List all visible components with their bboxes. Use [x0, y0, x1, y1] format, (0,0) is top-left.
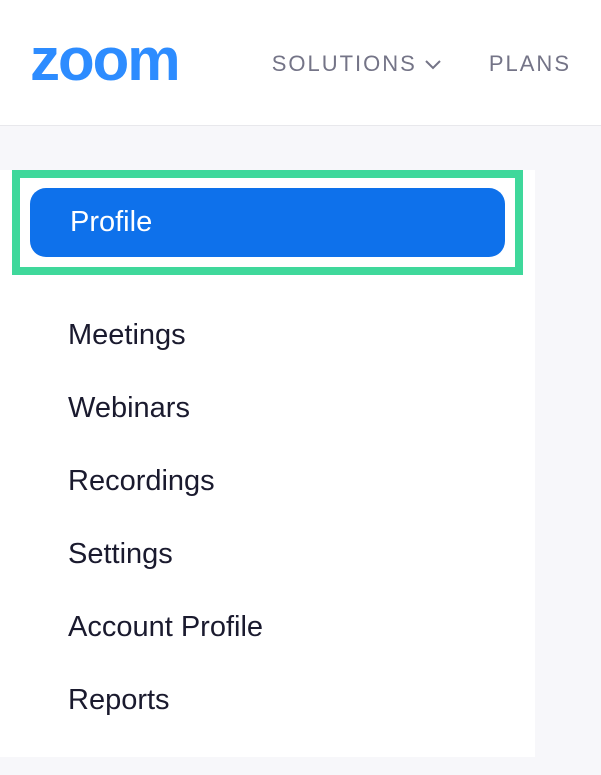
- sidebar-item-webinars[interactable]: Webinars: [0, 372, 535, 445]
- nav-plans-label: PLANS: [489, 51, 571, 77]
- sidebar-item-label: Settings: [68, 538, 173, 570]
- sidebar-item-label: Meetings: [68, 319, 186, 351]
- chevron-down-icon: [425, 50, 441, 76]
- sidebar-item-label: Recordings: [68, 465, 215, 497]
- sidebar-item-profile[interactable]: Profile: [30, 188, 505, 257]
- highlight-box: Profile: [12, 170, 523, 275]
- header: zoom SOLUTIONS PLANS: [0, 0, 601, 125]
- sidebar-item-recordings[interactable]: Recordings: [0, 445, 535, 518]
- sidebar: Profile Meetings Webinars Recordings Set…: [0, 170, 535, 757]
- sidebar-item-reports[interactable]: Reports: [0, 664, 535, 737]
- sidebar-item-label: Account Profile: [68, 611, 263, 643]
- content-area: Profile Meetings Webinars Recordings Set…: [0, 125, 601, 775]
- nav-plans[interactable]: PLANS: [489, 51, 571, 77]
- sidebar-item-settings[interactable]: Settings: [0, 518, 535, 591]
- nav-solutions-label: SOLUTIONS: [272, 51, 417, 77]
- sidebar-item-meetings[interactable]: Meetings: [0, 299, 535, 372]
- sidebar-item-account-profile[interactable]: Account Profile: [0, 591, 535, 664]
- sidebar-item-label: Reports: [68, 684, 170, 716]
- nav-solutions[interactable]: SOLUTIONS: [272, 51, 441, 77]
- nav-items: SOLUTIONS PLANS: [272, 51, 571, 77]
- sidebar-item-label: Webinars: [68, 392, 190, 424]
- sidebar-item-label: Profile: [70, 206, 152, 238]
- zoom-logo[interactable]: zoom: [30, 30, 179, 90]
